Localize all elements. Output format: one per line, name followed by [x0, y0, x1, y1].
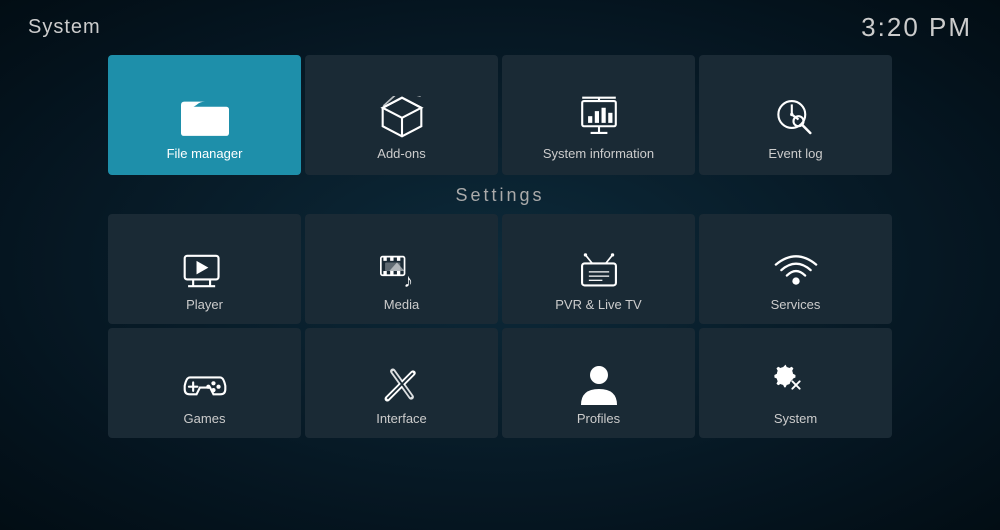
player-icon — [183, 253, 227, 289]
svg-text:♪: ♪ — [403, 270, 412, 291]
app-title: System — [28, 16, 101, 39]
tile-system-information[interactable]: System information — [502, 55, 695, 175]
tile-media-label: Media — [384, 297, 419, 312]
tile-pvr-live-tv-label: PVR & Live TV — [555, 297, 641, 312]
tile-games[interactable]: Games — [108, 328, 301, 438]
top-bar: System 3:20 PM — [0, 0, 1000, 55]
settings-row-1: Player ♪ — [108, 214, 892, 324]
event-log-icon — [772, 98, 820, 136]
tile-games-label: Games — [184, 411, 226, 426]
settings-section-label: Settings — [0, 185, 1000, 206]
tile-profiles[interactable]: Profiles — [502, 328, 695, 438]
media-icon: ♪ — [380, 253, 424, 289]
add-ons-icon — [378, 98, 426, 136]
tile-interface[interactable]: Interface — [305, 328, 498, 438]
tile-services[interactable]: Services — [699, 214, 892, 324]
tile-system-information-label: System information — [543, 146, 654, 161]
profiles-icon — [577, 367, 621, 403]
system-information-icon — [575, 98, 623, 136]
system-icon — [774, 367, 818, 403]
tile-event-log-label: Event log — [768, 146, 822, 161]
services-icon — [774, 253, 818, 289]
tile-add-ons[interactable]: Add-ons — [305, 55, 498, 175]
tile-system-label: System — [774, 411, 817, 426]
tile-add-ons-label: Add-ons — [377, 146, 425, 161]
settings-row-2: Games Interface — [108, 328, 892, 438]
tile-player[interactable]: Player — [108, 214, 301, 324]
pvr-live-tv-icon — [577, 253, 621, 289]
file-manager-icon — [181, 98, 229, 136]
tile-player-label: Player — [186, 297, 223, 312]
tile-interface-label: Interface — [376, 411, 427, 426]
top-tiles-row: File manager Add-ons — [0, 55, 1000, 175]
tile-pvr-live-tv[interactable]: PVR & Live TV — [502, 214, 695, 324]
tile-media[interactable]: ♪ Media — [305, 214, 498, 324]
tile-services-label: Services — [771, 297, 821, 312]
clock: 3:20 PM — [861, 12, 972, 43]
games-icon — [183, 367, 227, 403]
settings-grid: Player ♪ — [0, 214, 1000, 438]
tile-file-manager[interactable]: File manager — [108, 55, 301, 175]
tile-system[interactable]: System — [699, 328, 892, 438]
tile-profiles-label: Profiles — [577, 411, 620, 426]
tile-file-manager-label: File manager — [167, 146, 243, 161]
tile-event-log[interactable]: Event log — [699, 55, 892, 175]
interface-icon — [380, 367, 424, 403]
